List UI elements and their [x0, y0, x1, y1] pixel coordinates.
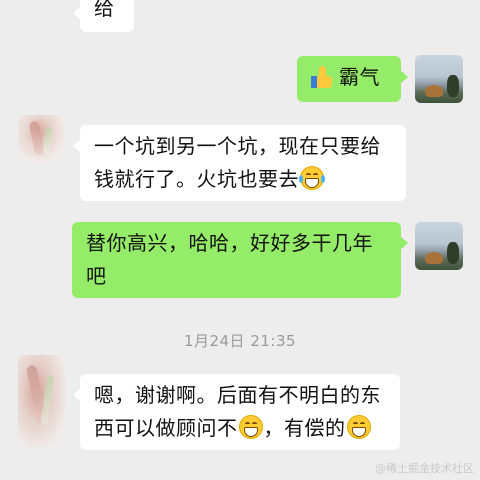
- contact-avatar[interactable]: [18, 115, 66, 163]
- message-timestamp: 1月24日 21:35: [183, 332, 297, 350]
- message-text-line: 吧: [86, 264, 107, 288]
- tears-of-joy-emoji-icon: [299, 166, 325, 190]
- message-bubble-received[interactable]: 一个坑到另一个坑，现在只要给 钱就行了。火坑也要去: [73, 125, 406, 201]
- message-text-line: 钱就行了。火坑也要去: [94, 167, 299, 191]
- message-text-line: 嗯，谢谢啊。后面有不明白的东: [94, 383, 381, 407]
- message-bubble-received[interactable]: 给: [73, 0, 134, 32]
- grin-emoji-icon: [346, 415, 371, 439]
- message-text-line: ，有偿的: [263, 416, 346, 440]
- my-avatar[interactable]: [415, 222, 463, 270]
- message-text-line: 西可以做顾问不: [94, 416, 238, 440]
- message-text-line: 一个坑到另一个坑，现在只要给: [94, 134, 381, 158]
- message-bubble-sent[interactable]: 替你高兴，哈哈，好好多干几年 吧: [72, 222, 408, 298]
- thumbs-up-icon: [311, 66, 333, 88]
- message-text: 霸气: [339, 65, 380, 89]
- grin-emoji-icon: [238, 415, 263, 439]
- watermark: @稀土掘金技术社区: [375, 462, 474, 475]
- message-bubble-received[interactable]: 嗯，谢谢啊。后面有不明白的东 西可以做顾问不 ，有偿的: [73, 374, 400, 450]
- message-text-line: 替你高兴，哈哈，好好多干几年: [86, 231, 373, 255]
- message-bubble-sent[interactable]: 霸气: [297, 56, 408, 102]
- contact-avatar[interactable]: [18, 355, 66, 447]
- my-avatar[interactable]: [415, 55, 463, 103]
- message-text: 给: [94, 0, 115, 20]
